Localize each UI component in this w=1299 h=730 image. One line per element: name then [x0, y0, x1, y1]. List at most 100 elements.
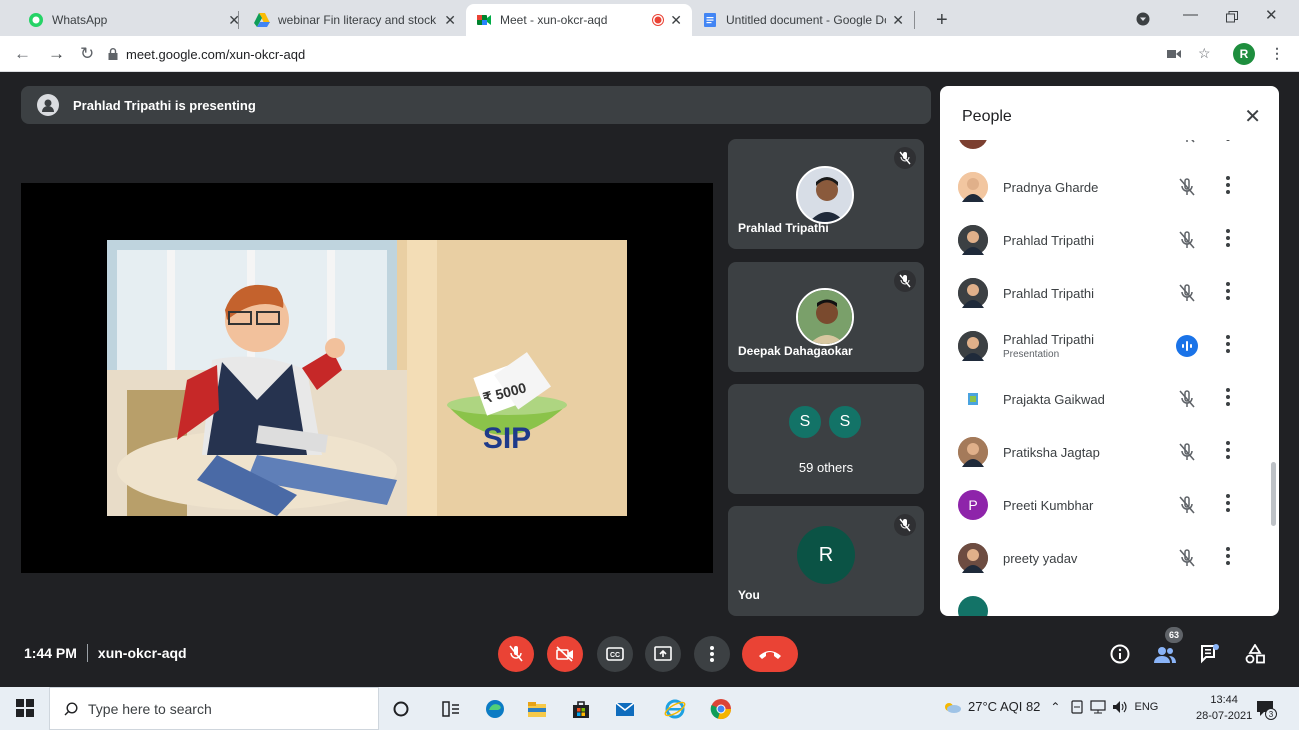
muted-mic-icon[interactable] [1176, 388, 1198, 410]
volume-icon[interactable] [1112, 700, 1128, 714]
clock-date: 28-07-2021 [1196, 710, 1253, 722]
close-icon[interactable]: ✕ [670, 12, 682, 29]
camera-off-icon [556, 646, 573, 662]
more-vert-icon[interactable] [1225, 386, 1231, 408]
participant-row[interactable]: Pratiksha Jagtap [940, 426, 1279, 478]
speaking-indicator-icon[interactable] [1176, 335, 1198, 357]
close-icon[interactable]: ✕ [892, 12, 904, 29]
participant-row[interactable]: Prahlad Tripathi [940, 214, 1279, 266]
muted-mic-icon[interactable] [1176, 494, 1198, 516]
google-drive-icon [254, 13, 270, 27]
taskbar-clock[interactable]: 13:44 28-07-2021 [1196, 692, 1252, 724]
muted-mic-icon[interactable] [1176, 176, 1198, 198]
tab-webinar[interactable]: webinar Fin literacy and stock Mi ✕ [244, 4, 466, 36]
meet-notification-icon[interactable] [1070, 699, 1084, 714]
show-everyone-button[interactable] [1153, 642, 1177, 666]
tab-title: Meet - xun-okcr-aqd [500, 13, 608, 27]
window-close-icon[interactable]: ✕ [1265, 6, 1278, 24]
language-indicator[interactable]: ENG [1134, 701, 1158, 713]
participant-tile[interactable]: Prahlad Tripathi [728, 139, 924, 249]
others-tile[interactable]: S S 59 others [728, 384, 924, 494]
participant-tile[interactable]: Deepak Dahagaokar [728, 262, 924, 372]
mic-toggle-button[interactable] [498, 636, 534, 672]
chrome-icon[interactable] [710, 698, 732, 720]
muted-mic-icon[interactable] [1176, 229, 1198, 251]
browser-toolbar: ← → ↻ meet.google.com/xun-okcr-aqd ☆ R ⋮ [0, 36, 1299, 72]
participant-row[interactable]: Prahlad Tripathi Presentation [940, 320, 1279, 372]
tab-title: webinar Fin literacy and stock Mi [278, 13, 439, 27]
chevron-up-icon[interactable]: ⌃ [1050, 700, 1060, 714]
edge-icon[interactable] [484, 698, 506, 720]
mail-icon[interactable] [614, 698, 636, 720]
bookmark-star-icon[interactable]: ☆ [1198, 45, 1211, 62]
network-icon[interactable] [1090, 699, 1107, 714]
tab-separator [914, 11, 915, 29]
more-vert-icon[interactable] [1225, 174, 1231, 196]
reload-icon[interactable]: ↻ [80, 44, 94, 64]
participant-row[interactable]: Prajakta Gaikwad [940, 373, 1279, 425]
participant-initial: S [827, 404, 863, 440]
self-tile[interactable]: R You [728, 506, 924, 616]
muted-mic-icon[interactable] [1176, 140, 1198, 145]
more-vert-icon[interactable] [1225, 140, 1231, 143]
minimize-icon[interactable]: — [1183, 6, 1198, 23]
notifications-icon[interactable]: 3 [1255, 698, 1277, 720]
more-vert-icon[interactable] [1225, 280, 1231, 302]
file-explorer-icon[interactable] [526, 698, 548, 720]
more-vert-icon[interactable] [1225, 333, 1231, 355]
participant-name: Poonam Dhawale [1003, 140, 1106, 142]
more-vert-icon[interactable] [1225, 227, 1231, 249]
presenting-banner: Prahlad Tripathi is presenting [21, 86, 931, 124]
browser-menu-icon[interactable]: ⋮ [1270, 45, 1284, 62]
camera-toggle-button[interactable] [547, 636, 583, 672]
address-bar[interactable]: meet.google.com/xun-okcr-aqd [108, 42, 1138, 66]
back-icon[interactable]: ← [14, 44, 31, 64]
leave-call-button[interactable] [742, 636, 798, 672]
task-view-icon[interactable] [440, 698, 462, 720]
people-list-scrollbar[interactable] [1271, 462, 1276, 526]
whatsapp-icon [29, 13, 43, 27]
restore-icon[interactable] [1226, 11, 1238, 23]
muted-mic-icon[interactable] [1176, 282, 1198, 304]
close-icon[interactable]: ✕ [1244, 104, 1261, 129]
captions-button[interactable]: CC [597, 636, 633, 672]
participant-row[interactable]: P Poonam Dhawale [940, 140, 1279, 160]
muted-mic-icon[interactable] [1176, 441, 1198, 463]
people-icon [1154, 647, 1176, 663]
participant-row[interactable]: Prahlad Tripathi [940, 267, 1279, 319]
participant-row[interactable]: P Preeti Kumbhar [940, 479, 1279, 531]
participant-avatar [958, 543, 988, 573]
close-icon[interactable]: ✕ [444, 12, 456, 29]
more-vert-icon[interactable] [1225, 439, 1231, 461]
weather-text[interactable]: 27°C AQI 82 [968, 699, 1040, 714]
meeting-details-button[interactable] [1108, 642, 1132, 666]
weather-icon[interactable] [942, 700, 962, 714]
participant-avatar [958, 172, 988, 202]
store-icon[interactable] [570, 698, 592, 720]
profile-avatar[interactable]: R [1233, 43, 1255, 65]
participant-row[interactable]: preety yadav [940, 532, 1279, 584]
participant-name: Pratiksha Jagtap [1003, 445, 1100, 460]
more-vert-icon[interactable] [1225, 492, 1231, 514]
person-icon [42, 99, 54, 112]
more-vert-icon[interactable] [1225, 545, 1231, 567]
more-options-button[interactable] [694, 636, 730, 672]
camera-indicator-icon[interactable] [1167, 49, 1181, 59]
tab-google-doc[interactable]: Untitled document - Google Doc ✕ [692, 4, 914, 36]
participant-row[interactable]: Pradnya Gharde [940, 161, 1279, 213]
tab-search-icon[interactable] [1136, 12, 1150, 26]
tab-whatsapp[interactable]: WhatsApp ✕ [18, 4, 250, 36]
chat-button[interactable] [1198, 642, 1222, 666]
tab-meet[interactable]: Meet - xun-okcr-aqd ✕ [466, 4, 692, 36]
cortana-icon[interactable] [390, 698, 412, 720]
forward-icon[interactable]: → [48, 44, 65, 64]
new-tab-button[interactable]: + [926, 4, 956, 36]
present-now-button[interactable] [645, 636, 681, 672]
participant-avatar [958, 437, 988, 467]
taskbar-search-box[interactable]: Type here to search [49, 687, 379, 730]
windows-start-icon[interactable] [16, 699, 34, 717]
participant-row[interactable] [940, 585, 1279, 616]
internet-explorer-icon[interactable] [664, 698, 686, 720]
muted-mic-icon[interactable] [1176, 547, 1198, 569]
activities-button[interactable] [1243, 642, 1267, 666]
